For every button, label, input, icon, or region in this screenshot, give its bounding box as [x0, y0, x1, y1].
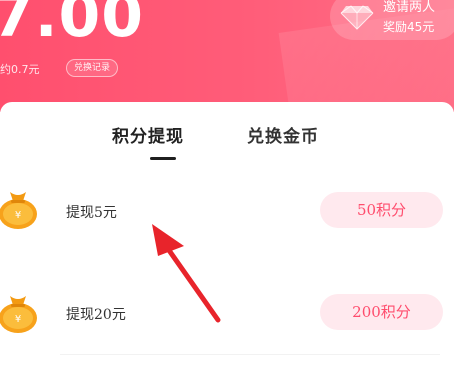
- withdraw-amount-label: 提现5元: [66, 205, 117, 221]
- withdraw-20-button[interactable]: 200积分: [320, 294, 443, 330]
- money-bag-icon: ¥: [0, 192, 37, 229]
- points-balance: 7.00: [0, 0, 145, 51]
- withdraw-amount-label: 提现20元: [66, 307, 126, 323]
- tab-exchange-coins[interactable]: 兑换金币: [247, 126, 319, 148]
- row-divider: [60, 354, 440, 355]
- money-bag-icon: ¥: [0, 296, 37, 333]
- invite-title: 邀请两人: [383, 0, 436, 15]
- svg-text:¥: ¥: [15, 314, 21, 325]
- svg-text:¥: ¥: [15, 210, 21, 221]
- approx-cash-value: 约0.7元: [0, 63, 40, 76]
- balance-header: 7.00 约0.7元 兑换记录 邀请两人 奖励45元: [0, 0, 454, 112]
- withdraw-5-button[interactable]: 50积分: [320, 192, 443, 228]
- diamond-icon: [340, 5, 374, 30]
- active-tab-indicator: [150, 157, 176, 160]
- tab-points-withdraw[interactable]: 积分提现: [112, 126, 184, 148]
- exchange-record-link[interactable]: 兑换记录: [66, 59, 119, 77]
- annotation-arrow-icon: [152, 224, 221, 323]
- invite-reward: 奖励45元: [383, 20, 435, 34]
